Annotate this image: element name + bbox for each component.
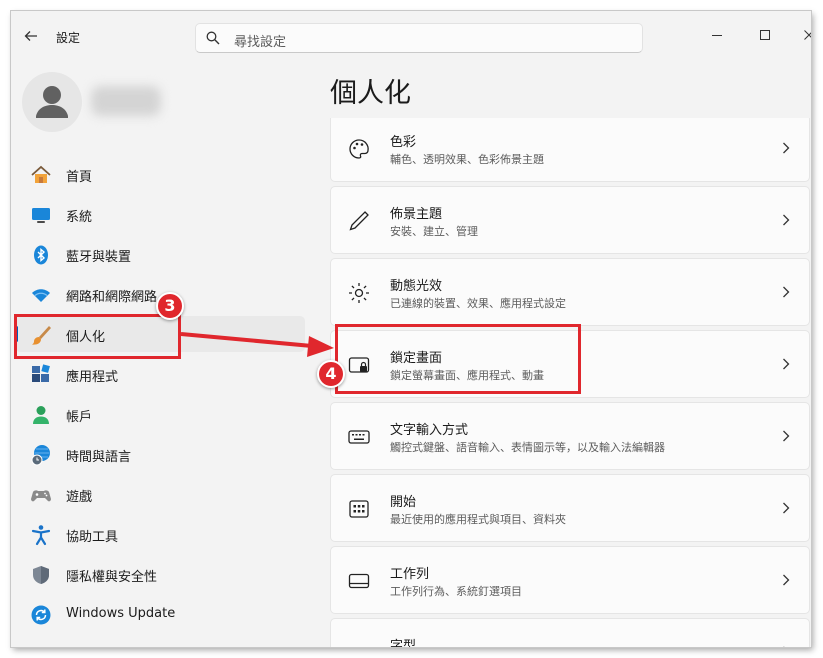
step-4-badge: 4 (317, 360, 345, 388)
annotation-arrow (180, 332, 334, 357)
step-3-badge: 3 (156, 292, 184, 320)
